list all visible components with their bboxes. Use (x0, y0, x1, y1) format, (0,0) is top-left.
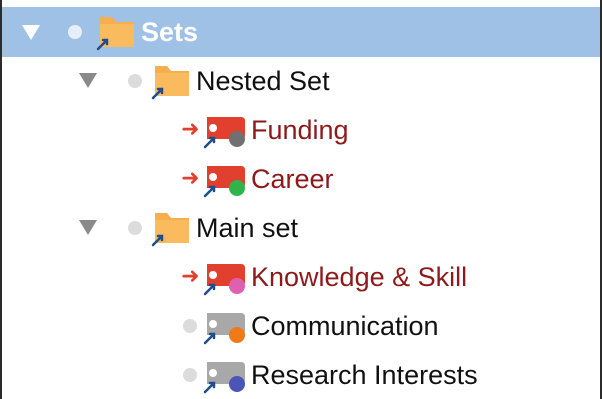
red-arrow-icon: ➜ (181, 165, 200, 190)
tree-label-knowledge-skill: Knowledge & Skill (251, 262, 468, 292)
status-dot (183, 319, 197, 333)
code-tag-icon (203, 264, 245, 296)
tree-row-main-set[interactable]: Main set (2, 204, 600, 252)
disclosure-triangle-icon[interactable] (79, 220, 97, 235)
tree-row-communication[interactable]: Communication (2, 302, 600, 350)
folder-alias-icon (151, 213, 189, 247)
tree-label-career: Career (251, 164, 334, 194)
tree-row-funding[interactable]: ➜ Funding (2, 106, 600, 154)
disclosure-triangle-icon[interactable] (79, 73, 97, 88)
folder-alias-icon (151, 66, 189, 100)
code-tag-icon (203, 117, 245, 149)
tree-label-sets: Sets (141, 17, 199, 47)
status-dot (128, 74, 142, 88)
code-tag-icon (203, 166, 245, 198)
folder-alias-icon (96, 17, 134, 51)
tree-label-nested-set: Nested Set (196, 66, 330, 96)
red-arrow-icon: ➜ (181, 116, 200, 141)
tree-label-communication: Communication (251, 311, 439, 341)
tree-label-research-interests: Research Interests (251, 360, 478, 390)
code-set-tree: Sets Nested Set ➜ Funding ➜ Career Main … (0, 0, 602, 399)
status-dot (128, 221, 142, 235)
tree-label-main-set: Main set (196, 213, 299, 243)
tree-row-nested-set[interactable]: Nested Set (2, 57, 600, 105)
red-arrow-icon: ➜ (181, 263, 200, 288)
status-dot (183, 368, 197, 382)
code-tag-icon (203, 362, 245, 394)
tree-row-knowledge-skill[interactable]: ➜ Knowledge & Skill (2, 253, 600, 301)
tree-row-sets[interactable]: Sets (2, 7, 600, 57)
disclosure-triangle-icon[interactable] (22, 25, 40, 40)
tree-label-funding: Funding (251, 115, 349, 145)
code-tag-icon (203, 313, 245, 345)
tree-row-research-interests[interactable]: Research Interests (2, 351, 600, 399)
status-dot (68, 25, 82, 39)
tree-row-career[interactable]: ➜ Career (2, 155, 600, 203)
